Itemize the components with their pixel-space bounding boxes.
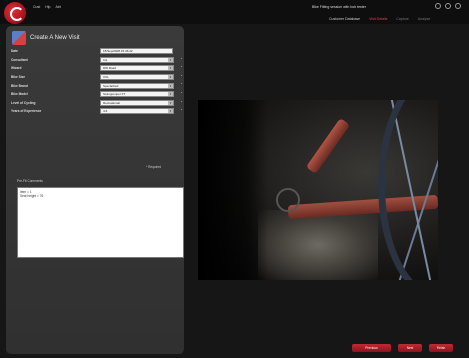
menu-bar: Cust Hlp Abt (33, 5, 61, 9)
photo-shadow (198, 100, 268, 280)
tab-visit-details[interactable]: Visit Details (369, 17, 387, 21)
required-marker: * (181, 82, 183, 87)
tab-analyse[interactable]: Analyse (418, 17, 430, 21)
photo-mud (258, 210, 378, 280)
wizard-value: DW Road (103, 66, 117, 71)
required-marker: * (181, 90, 183, 95)
wizard-label: Wizard (11, 66, 22, 71)
session-title: Bike Fitting session with bob tester (312, 5, 366, 9)
bike-brand-label: Bike Brand (11, 83, 28, 88)
next-button[interactable]: Next (398, 344, 422, 352)
chevron-down-icon[interactable]: ▾ (168, 57, 173, 62)
panel-header: Create A New Visit (12, 30, 80, 45)
form-row-date: Date 15/Sep/2008 15:46:42 (11, 47, 181, 56)
bike-size-select[interactable]: XXL ▾ (100, 74, 174, 81)
bike-brand-select[interactable]: Specialized ▾ (100, 82, 174, 89)
photo-wheel (378, 100, 438, 280)
chevron-down-icon[interactable]: ▾ (168, 66, 173, 71)
consultant-select[interactable]: tmt ▾ (100, 56, 174, 63)
bike-model-label: Bike Model (11, 92, 28, 97)
consultant-value: tmt (103, 57, 108, 62)
level-of-cycling-select[interactable]: Recreational ▾ (100, 99, 174, 106)
photo-gear (276, 188, 300, 212)
bike-model-value: Stumpjumper FT (103, 92, 126, 97)
form-row-wizard: Wizard DW Road ▾ * (11, 64, 183, 73)
form-row-level-of-cycling: Level of Cycling Recreational ▾ * (11, 99, 183, 108)
finish-button[interactable]: Finish (429, 344, 453, 352)
tab-capture[interactable]: Capture (396, 17, 408, 21)
level-of-cycling-label: Level of Cycling (11, 100, 36, 105)
nav-tabs: Customer Database Visit Details Capture … (329, 17, 430, 21)
form-row-years-of-experience: Years of Experience 4-6 ▾ * (11, 107, 183, 116)
minimize-icon[interactable] (445, 3, 451, 9)
comments-textarea[interactable]: Item = 1 Seat height = 76 (17, 187, 184, 258)
years-of-experience-value: 4-6 (103, 109, 108, 114)
consultant-label: Consultant (11, 57, 28, 62)
chevron-down-icon[interactable]: ▾ (168, 92, 173, 97)
menu-item-about[interactable]: Abt (55, 5, 60, 9)
wizard-select[interactable]: DW Road ▾ (100, 65, 174, 72)
date-label: Date (11, 49, 18, 54)
bike-size-value: XXL (103, 75, 109, 80)
date-field[interactable]: 15/Sep/2008 15:46:42 (100, 48, 173, 55)
form-row-bike-model: Bike Model Stumpjumper FT ▾ * (11, 90, 183, 99)
menu-item-cust[interactable]: Cust (33, 5, 40, 9)
chevron-down-icon[interactable]: ▾ (168, 100, 173, 105)
form-row-bike-size: Bike Size XXL ▾ * (11, 73, 183, 82)
form-row-consultant: Consultant tmt ▾ * (11, 56, 183, 65)
form-row-bike-brand: Bike Brand Specialized ▾ * (11, 81, 183, 90)
tab-customer-database[interactable]: Customer Database (329, 17, 360, 21)
title-bar: Cust Hlp Abt Bike Fitting session with b… (0, 0, 469, 24)
level-of-cycling-value: Recreational (103, 100, 120, 105)
required-marker: * (181, 65, 183, 70)
menu-item-help[interactable]: Hlp (45, 5, 50, 9)
visit-form: Date 15/Sep/2008 15:46:42 Consultant tmt… (11, 47, 183, 116)
years-of-experience-select[interactable]: 4-6 ▾ (100, 108, 174, 115)
chevron-down-icon[interactable]: ▾ (168, 75, 173, 80)
years-of-experience-label: Years of Experience (11, 109, 42, 114)
bike-photo (198, 100, 438, 280)
required-marker: * (181, 99, 183, 104)
required-marker: * (181, 108, 183, 113)
required-note: * Required (146, 165, 162, 169)
new-visit-panel: Create A New Visit Date 15/Sep/2008 15:4… (6, 26, 184, 354)
bike-size-label: Bike Size (11, 75, 25, 80)
previous-button[interactable]: Previous (352, 344, 391, 352)
required-marker: * (181, 56, 183, 61)
new-visit-icon (12, 30, 26, 45)
bike-brand-value: Specialized (103, 83, 119, 88)
close-icon[interactable] (455, 3, 461, 9)
chevron-down-icon[interactable]: ▾ (168, 83, 173, 88)
help-icon[interactable] (435, 3, 441, 9)
bike-model-select[interactable]: Stumpjumper FT ▾ (100, 91, 174, 98)
app-logo-icon[interactable] (4, 2, 26, 24)
required-marker: * (181, 73, 183, 78)
wizard-buttons: Previous Next Finish (352, 344, 453, 352)
photo-chainstay (305, 117, 351, 175)
panel-title: Create A New Visit (30, 34, 80, 41)
chevron-down-icon[interactable]: ▾ (168, 109, 173, 114)
window-controls (435, 3, 461, 9)
comments-label: Pre-Fit Comments (17, 179, 43, 183)
